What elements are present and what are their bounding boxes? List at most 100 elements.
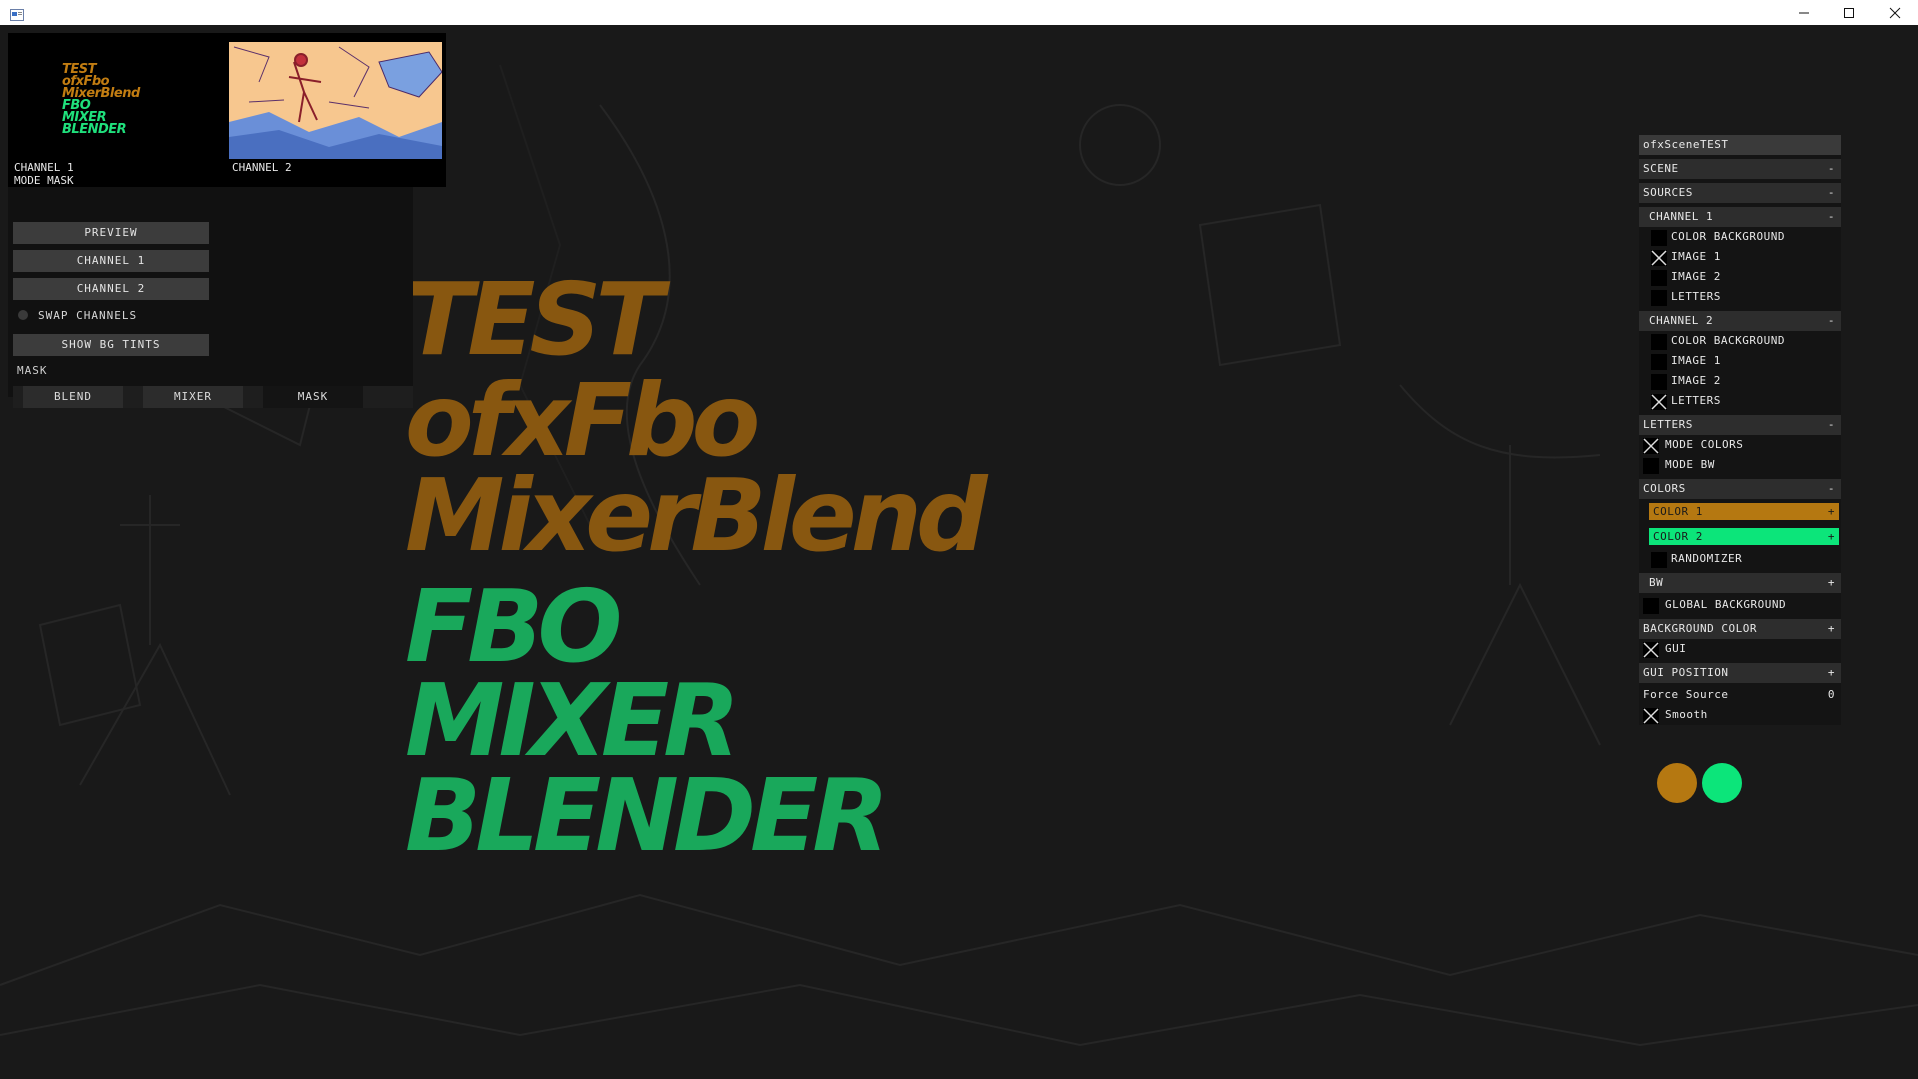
gui-title[interactable]: ofxSceneTEST [1639,135,1841,155]
channel-1-group[interactable]: CHANNEL 1 - [1639,207,1841,227]
gui-label: GUI [1665,642,1687,655]
checkbox-checked-icon [1651,250,1667,266]
randomizer-toggle[interactable]: RANDOMIZER [1639,549,1841,569]
smooth-toggle[interactable]: Smooth [1639,705,1841,725]
channel-2-group-label: CHANNEL 2 [1649,314,1714,327]
checkbox-empty-icon [1651,334,1667,350]
main-text-line-5: MIXER [405,662,740,779]
color-2-label: COLOR 2 [1653,530,1703,543]
minimize-button[interactable] [1781,0,1827,25]
collapse-icon: - [1827,482,1835,495]
channel-1-item-label: IMAGE 2 [1671,270,1721,283]
channel-2-item-label: LETTERS [1671,394,1721,407]
maximize-button[interactable] [1826,0,1872,25]
channel-1-group-label: CHANNEL 1 [1649,210,1714,223]
mode-tabs: BLEND MIXER MASK [13,386,413,408]
tab-mixer[interactable]: MIXER [143,386,243,408]
color-2-swatch [1702,763,1742,803]
close-icon [1889,7,1901,18]
channel-2-item[interactable]: IMAGE 2 [1639,371,1841,391]
main-text-line-6: BLENDER [405,757,889,874]
force-source-value: 0 [1827,688,1835,701]
channel-1-items: COLOR BACKGROUND IMAGE 1 IMAGE 2 LETTERS [1639,227,1841,307]
app-icon [10,6,24,25]
smooth-label: Smooth [1665,708,1708,721]
scene-group[interactable]: SCENE - [1639,159,1841,179]
checkbox-empty-icon [1651,290,1667,306]
expand-icon: + [1827,530,1835,543]
thumb-text-line-6: BLENDER [62,122,127,137]
channel-1-mode: MODE MASK [14,174,74,187]
checkbox-empty-icon [1643,598,1659,614]
sources-label: SOURCES [1643,186,1693,199]
channel-1-button[interactable]: CHANNEL 1 [13,250,209,272]
mode-bw-toggle[interactable]: MODE BW [1639,455,1841,475]
collapse-icon: - [1827,162,1835,175]
channel-1-item[interactable]: IMAGE 1 [1639,247,1841,267]
channel-1-item[interactable]: LETTERS [1639,287,1841,307]
channel-2-item-label: COLOR BACKGROUND [1671,334,1785,347]
letters-group[interactable]: LETTERS - [1639,415,1841,435]
gui-toggle[interactable]: GUI [1639,639,1841,659]
gui-title-text: ofxSceneTEST [1643,138,1729,151]
gui-position-group[interactable]: GUI POSITION + [1639,663,1841,683]
collapse-icon: - [1827,210,1835,223]
scene-label: SCENE [1643,162,1679,175]
force-source-slider[interactable]: Force Source 0 [1639,685,1841,705]
swap-channels-label: SWAP CHANNELS [38,309,138,322]
randomizer-label: RANDOMIZER [1671,552,1743,565]
gui-panel: ofxSceneTEST SCENE - SOURCES - CHANNEL 1- … [1639,135,1841,725]
checkbox-empty-icon [1651,230,1667,246]
channel-1-item-label: IMAGE 1 [1671,250,1721,263]
expand-icon: + [1827,505,1835,518]
render-canvas: TEST ofxFbo MixerBlend FBO MIXER BLENDER… [0,25,1918,1079]
swap-toggle-dot [18,310,28,320]
global-background-toggle[interactable]: GLOBAL BACKGROUND [1639,595,1841,615]
sources-group[interactable]: SOURCES - [1639,183,1841,203]
main-text-line-2: ofxFbo [405,362,760,479]
left-control-panel: PREVIEW CHANNEL 1 CHANNEL 2 SWAP CHANNEL… [8,187,413,408]
preview-area: TEST ofxFbo MixerBlend FBO MIXER BLENDER [8,33,446,187]
bw-group[interactable]: BW + [1639,573,1841,593]
channel-2-button[interactable]: CHANNEL 2 [13,278,209,300]
channel-1-thumbnail[interactable]: TEST ofxFbo MixerBlend FBO MIXER BLENDER [14,39,227,156]
checkbox-empty-icon [1643,458,1659,474]
tab-blend[interactable]: BLEND [23,386,123,408]
checkbox-checked-icon [1643,642,1659,658]
color-1-picker[interactable]: COLOR 1 + [1639,499,1841,523]
channel-2-caption: CHANNEL 2 [232,161,292,174]
collapse-icon: - [1827,186,1835,199]
checkbox-checked-icon [1651,394,1667,410]
mode-colors-label: MODE COLORS [1665,438,1744,451]
channel-2-item[interactable]: IMAGE 1 [1639,351,1841,371]
checkbox-checked-icon [1643,708,1659,724]
minimize-icon [1799,12,1809,13]
background-color-group[interactable]: BACKGROUND COLOR + [1639,619,1841,639]
swap-channels-toggle[interactable]: SWAP CHANNELS [18,309,137,323]
background-color-label: BACKGROUND COLOR [1643,622,1757,635]
collapse-icon: - [1827,418,1835,431]
preview-button[interactable]: PREVIEW [13,222,209,244]
gui-position-label: GUI POSITION [1643,666,1729,679]
channel-1-caption: CHANNEL 1 [14,161,74,174]
mode-colors-toggle[interactable]: MODE COLORS [1639,435,1841,455]
channel-2-item-label: IMAGE 1 [1671,354,1721,367]
checkbox-empty-icon [1651,270,1667,286]
color-1-label: COLOR 1 [1653,505,1703,518]
channel-1-item[interactable]: COLOR BACKGROUND [1639,227,1841,247]
close-button[interactable] [1872,0,1918,25]
global-background-label: GLOBAL BACKGROUND [1665,598,1787,611]
channel-1-item-label: LETTERS [1671,290,1721,303]
expand-icon: + [1827,622,1835,635]
tab-mask[interactable]: MASK [263,386,363,408]
show-bg-tints-button[interactable]: SHOW BG TINTS [13,334,209,356]
colors-group[interactable]: COLORS - [1639,479,1841,499]
force-source-label: Force Source [1643,688,1729,701]
color-2-picker[interactable]: COLOR 2 + [1639,523,1841,547]
color-2-bar: COLOR 2 + [1649,528,1839,545]
channel-2-item[interactable]: COLOR BACKGROUND [1639,331,1841,351]
channel-2-item[interactable]: LETTERS [1639,391,1841,411]
channel-1-item[interactable]: IMAGE 2 [1639,267,1841,287]
channel-2-thumbnail[interactable] [229,42,442,159]
channel-2-group[interactable]: CHANNEL 2 - [1639,311,1841,331]
